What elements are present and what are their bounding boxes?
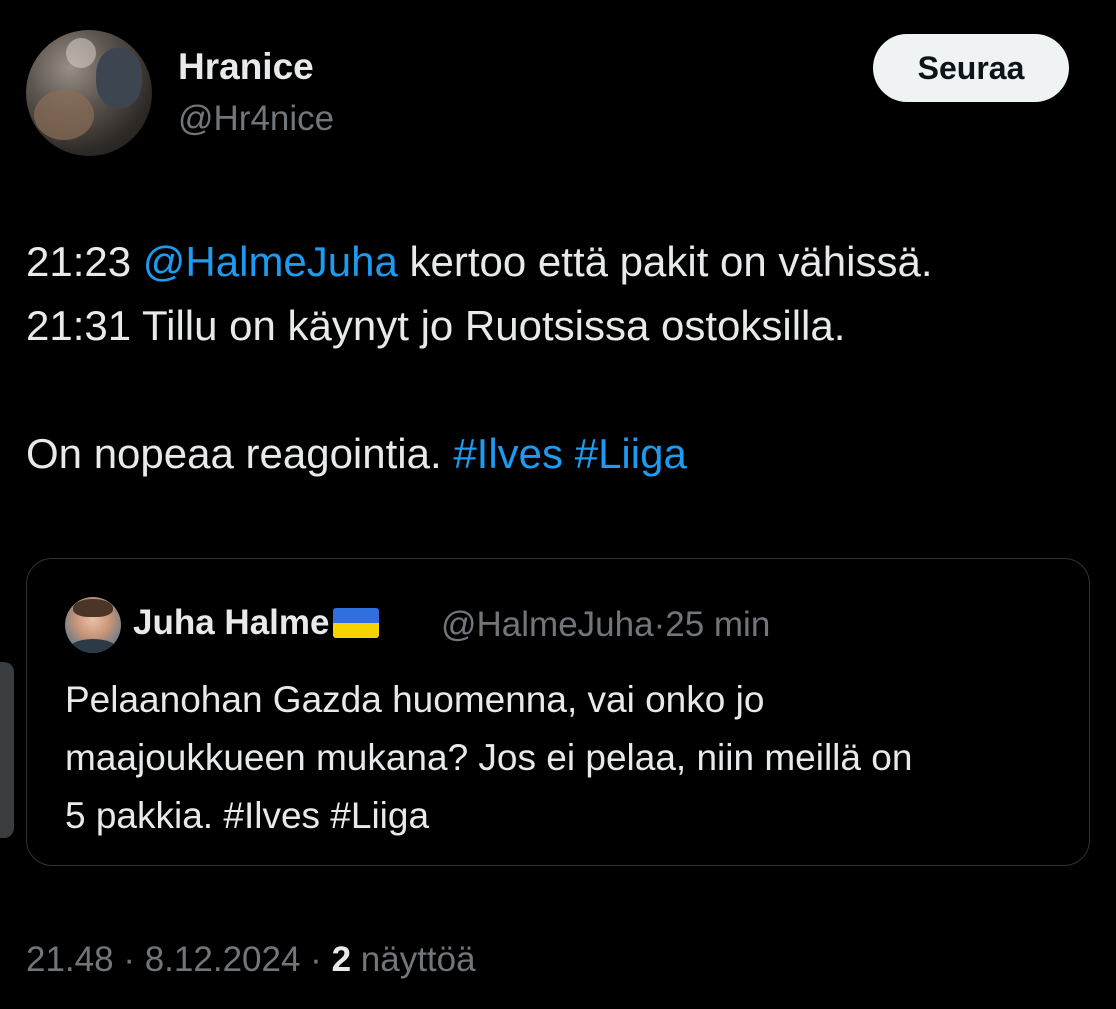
hashtag-ilves[interactable]: #Ilves <box>453 430 563 477</box>
quoted-author-handle: @HalmeJuha <box>441 605 654 644</box>
tweet-footer: 21.48 · 8.12.2024 · 2 näyttöä <box>26 940 476 980</box>
footer-time[interactable]: 21.48 <box>26 940 114 979</box>
tweet-line-1-text: kertoo että pakit on vähissä. <box>409 238 933 285</box>
avatar-shape <box>96 48 142 108</box>
mention-link[interactable]: @HalmeJuha <box>143 238 398 285</box>
tweet-line-3: On nopeaa reagointia. #Ilves #Liiga <box>26 422 1096 486</box>
quoted-author-avatar <box>65 597 121 653</box>
avatar-shape <box>73 599 113 617</box>
quoted-author-name-text: Juha Halme <box>133 603 330 642</box>
quoted-line: Pelaanohan Gazda huomenna, vai onko jo <box>65 679 765 720</box>
ukraine-flag-icon <box>333 608 380 638</box>
follow-button[interactable]: Seuraa <box>873 34 1069 102</box>
views-label: näyttöä <box>360 940 476 979</box>
side-scroll-handle[interactable] <box>0 662 14 838</box>
tweet-line-1: 21:23 @HalmeJuha kertoo että pakit on vä… <box>26 230 1096 294</box>
quoted-meta: @HalmeJuha·25 min <box>441 605 770 645</box>
footer-separator: · <box>123 940 135 979</box>
quoted-line: maajoukkueen mukana? Jos ei pelaa, niin … <box>65 737 913 778</box>
meta-separator: · <box>653 605 666 644</box>
avatar-shape <box>34 90 94 140</box>
tweet-time-1: 21:23 <box>26 238 132 285</box>
avatar-shape <box>66 38 96 68</box>
quoted-text: Pelaanohan Gazda huomenna, vai onko jo m… <box>65 671 1065 845</box>
tweet-line-3-text: On nopeaa reagointia. <box>26 430 442 477</box>
quoted-time: 25 min <box>665 605 771 644</box>
quoted-line: 5 pakkia. #Ilves #Liiga <box>65 795 430 836</box>
tweet-text: 21:23 @HalmeJuha kertoo että pakit on vä… <box>26 230 1096 486</box>
footer-date[interactable]: 8.12.2024 <box>145 940 301 979</box>
hashtag-liiga[interactable]: #Liiga <box>575 430 687 477</box>
quoted-tweet[interactable]: Juha Halme @HalmeJuha·25 min Pelaanohan … <box>26 558 1090 866</box>
author-avatar[interactable] <box>26 30 152 156</box>
tweet-line-2: 21:31 Tillu on käynyt jo Ruotsissa ostok… <box>26 302 846 349</box>
author-name[interactable]: Hranice <box>178 46 314 88</box>
avatar-shape <box>69 639 117 653</box>
views-count: 2 <box>331 940 352 979</box>
author-handle[interactable]: @Hr4nice <box>178 99 334 139</box>
quoted-author-name: Juha Halme <box>133 603 380 643</box>
footer-separator: · <box>310 940 322 979</box>
